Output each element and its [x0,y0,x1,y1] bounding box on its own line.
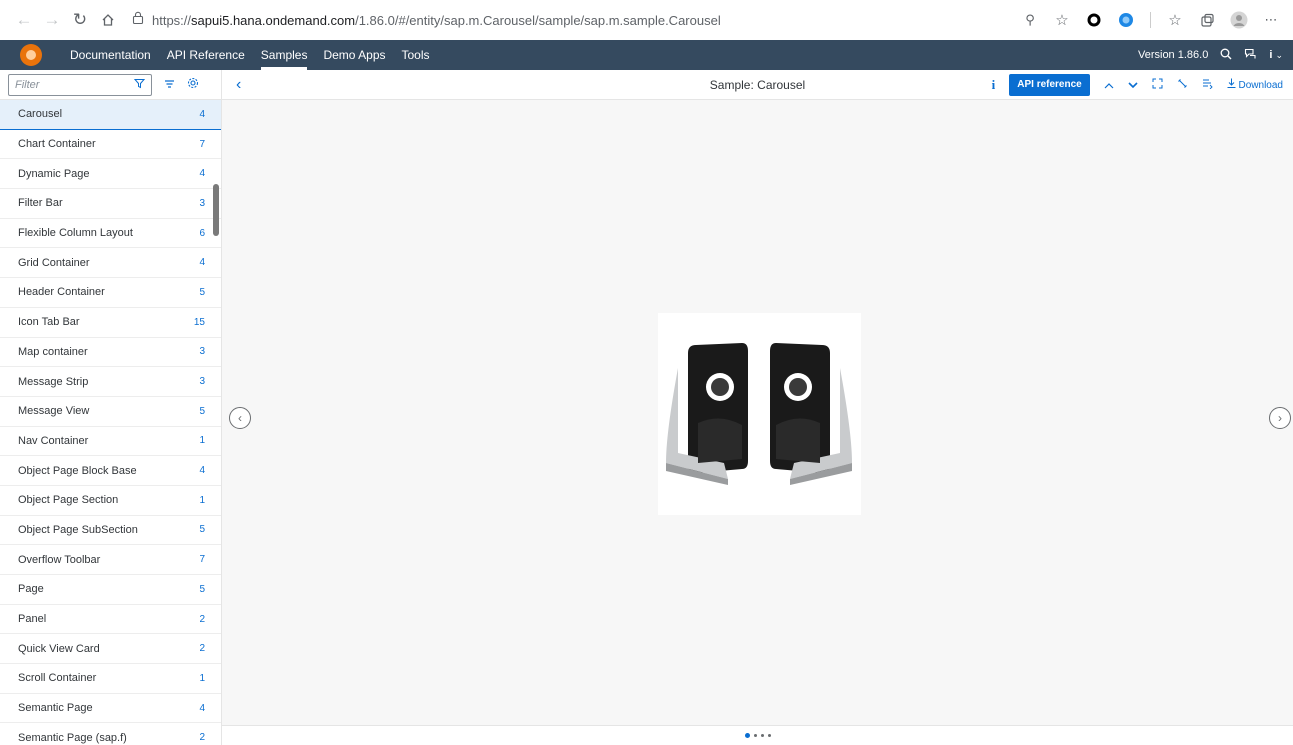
list-item[interactable]: Chart Container 7 [0,130,221,160]
list-item[interactable]: Panel 2 [0,605,221,635]
list-item[interactable]: Object Page SubSection 5 [0,516,221,546]
download-button[interactable]: Download [1227,78,1283,91]
sample-list: Carousel 4 Chart Container 7 Dynamic Page 4… [0,100,221,745]
list-item[interactable]: Grid Container 4 [0,248,221,279]
app-logo[interactable] [20,44,42,66]
home-icon[interactable] [94,6,122,34]
favorite-star-icon[interactable]: ☆ [1048,6,1076,34]
filter-funnel-icon[interactable] [133,76,146,94]
lock-icon [132,11,144,29]
zoom-icon[interactable]: ⚲ [1016,6,1044,34]
filter-field[interactable] [8,73,152,96]
list-item[interactable]: Message Strip 3 [0,367,221,397]
list-item[interactable]: Flexible Column Layout 6 [0,219,221,249]
list-item[interactable]: Semantic Page 4 [0,694,221,724]
list-item[interactable]: Object Page Block Base 4 [0,456,221,486]
search-icon[interactable] [1220,48,1232,63]
page-dot[interactable] [753,734,757,737]
sample-area: ‹ Sample: Carousel i API reference Downl [222,70,1293,745]
back-arrow-icon[interactable]: ← [10,6,38,34]
info-icon[interactable]: i [992,77,996,93]
download-icon [1227,78,1236,88]
more-menu-icon[interactable]: ⋯ [1257,6,1285,34]
browser-toolbar: ← → ↻ https://sapui5.hana.ondemand.com/1… [0,0,1293,40]
back-chevron-icon[interactable]: ‹ [236,76,241,94]
version-label[interactable]: Version 1.86.0 [1138,49,1208,61]
code-icon[interactable] [1202,78,1213,92]
page-dot[interactable] [767,734,771,737]
chevron-down-icon[interactable] [1128,78,1138,92]
list-item[interactable]: Icon Tab Bar 15 [0,308,221,338]
list-item[interactable]: Nav Container 1 [0,427,221,457]
list-item[interactable]: Header Container 5 [0,278,221,308]
sidebar-scrollbar[interactable] [213,184,219,236]
feedback-icon[interactable] [1244,48,1257,63]
collections-icon[interactable] [1193,6,1221,34]
api-reference-button[interactable]: API reference [1009,73,1090,96]
forward-arrow-icon[interactable]: → [38,6,66,34]
list-item[interactable]: Carousel 4 [0,100,221,130]
filter-input[interactable] [15,78,125,91]
nav-samples[interactable]: Samples [253,40,316,70]
filter-row [0,70,221,100]
nav-demo-apps[interactable]: Demo Apps [315,40,393,70]
carousel-page-indicator [222,725,1293,745]
settings-wrench-icon[interactable] [1177,78,1188,92]
product-image-speakers [658,313,861,515]
sort-list-icon[interactable] [164,78,175,92]
list-item[interactable]: Map container 3 [0,338,221,368]
sidebar: Carousel4 Chart Container7 Dynamic Page4… [0,70,222,745]
list-item[interactable]: Quick View Card 2 [0,634,221,665]
list-item[interactable]: Scroll Container 1 [0,664,221,694]
list-item[interactable]: Semantic Page (sap.f) 2 [0,723,221,745]
extension-globe-icon[interactable] [1112,6,1140,34]
shell-bar: Documentation API Reference Samples Demo… [0,40,1293,70]
list-item[interactable]: Filter Bar 3 [0,189,221,219]
nav-documentation[interactable]: Documentation [62,40,159,70]
sample-toolbar: ‹ Sample: Carousel i API reference Downl [222,70,1293,100]
url-text: https://sapui5.hana.ondemand.com/1.86.0/… [152,12,721,28]
nav-tools[interactable]: Tools [394,40,438,70]
carousel-prev-arrow-icon[interactable]: ‹ [229,407,251,429]
list-item[interactable]: Message View 5 [0,397,221,427]
info-menu-icon[interactable]: i ⌄ [1269,49,1283,61]
fullscreen-icon[interactable] [1152,78,1163,92]
reload-icon[interactable]: ↻ [66,6,94,34]
nav-api-reference[interactable]: API Reference [159,40,253,70]
list-item[interactable]: Object Page Section 1 [0,486,221,516]
toolbar-divider [1150,12,1151,28]
list-item[interactable]: Page 5 [0,575,221,605]
address-bar[interactable]: https://sapui5.hana.ondemand.com/1.86.0/… [132,5,1016,35]
settings-gear-icon[interactable] [187,77,199,92]
chevron-up-icon[interactable] [1104,78,1114,92]
page-dot[interactable] [760,734,764,737]
carousel: ‹ › [222,100,1293,725]
carousel-next-arrow-icon[interactable]: › [1269,407,1291,429]
list-item[interactable]: Overflow Toolbar 7 [0,545,221,575]
extension-o-icon[interactable] [1080,6,1108,34]
profile-avatar-icon[interactable] [1225,6,1253,34]
favorites-list-icon[interactable]: ☆ [1161,6,1189,34]
page-dot-active[interactable] [744,733,750,738]
list-item[interactable]: Dynamic Page 4 [0,159,221,190]
